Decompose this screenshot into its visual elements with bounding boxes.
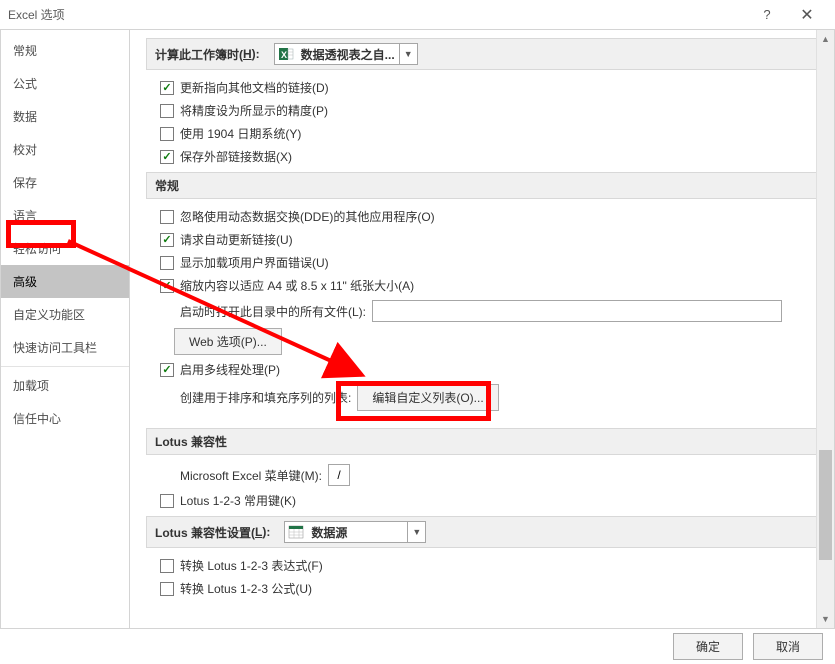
- option-startup-files: 启动时打开此目录中的所有文件(L):: [146, 297, 818, 325]
- menu-key-input[interactable]: [328, 464, 350, 486]
- sidebar-item-ease-of-access[interactable]: 轻松访问: [1, 232, 129, 265]
- scroll-thumb[interactable]: [819, 450, 832, 560]
- titlebar: Excel 选项 ? ✕: [0, 0, 835, 30]
- startup-files-input[interactable]: [372, 300, 782, 322]
- checkbox-scale-paper[interactable]: [160, 279, 174, 293]
- row-web-options: Web 选项(P)...: [146, 325, 818, 358]
- web-options-button[interactable]: Web 选项(P)...: [174, 328, 282, 355]
- checkbox-save-ext[interactable]: [160, 150, 174, 164]
- checkbox-lotus-formula[interactable]: [160, 559, 174, 573]
- row-menu-key: Microsoft Excel 菜单键(M):: [146, 461, 818, 489]
- general-header-text: 常规: [155, 177, 179, 194]
- option-multithread[interactable]: 启用多线程处理(P): [146, 358, 818, 381]
- label-menu-key: Microsoft Excel 菜单键(M):: [180, 467, 322, 484]
- option-save-ext[interactable]: 保存外部链接数据(X): [146, 145, 818, 168]
- calc-header-suffix: ):: [252, 47, 260, 61]
- label-save-ext: 保存外部链接数据(X): [180, 148, 292, 165]
- help-icon[interactable]: ?: [747, 7, 787, 22]
- checkbox-precision[interactable]: [160, 104, 174, 118]
- label-addin-errors: 显示加载项用户界面错误(U): [180, 254, 329, 271]
- sidebar-item-save[interactable]: 保存: [1, 166, 129, 199]
- label-ignore-dde: 忽略使用动态数据交换(DDE)的其他应用程序(O): [180, 208, 435, 225]
- chevron-down-icon[interactable]: ▼: [407, 522, 425, 542]
- checkbox-ignore-dde[interactable]: [160, 210, 174, 224]
- option-lotus-formula[interactable]: 转换 Lotus 1-2-3 表达式(F): [146, 554, 818, 577]
- lotus-settings-prefix: Lotus 兼容性设置(: [155, 524, 255, 541]
- dialog-footer: 确定 取消: [0, 628, 835, 664]
- sidebar-item-advanced[interactable]: 高级: [1, 265, 129, 298]
- checkbox-1904[interactable]: [160, 127, 174, 141]
- option-lotus-help[interactable]: Lotus 1-2-3 常用键(K): [146, 489, 818, 512]
- checkbox-update-links[interactable]: [160, 81, 174, 95]
- sidebar-item-quick-access[interactable]: 快速访问工具栏: [1, 331, 129, 364]
- label-update-links: 更新指向其他文档的链接(D): [180, 79, 329, 96]
- option-lotus-formula-entry[interactable]: 转换 Lotus 1-2-3 公式(U): [146, 577, 818, 600]
- sidebar-item-language[interactable]: 语言: [1, 199, 129, 232]
- section-calc-workbook: 计算此工作簿时(H): X 数据透视表之自... ▼: [146, 38, 818, 70]
- label-1904: 使用 1904 日期系统(Y): [180, 125, 301, 142]
- lotus-settings-key: L: [255, 525, 262, 539]
- sidebar-item-formulas[interactable]: 公式: [1, 67, 129, 100]
- scroll-up-icon[interactable]: ▲: [817, 30, 834, 48]
- label-custom-list: 创建用于排序和填充序列的列表:: [180, 389, 351, 406]
- sidebar-item-data[interactable]: 数据: [1, 100, 129, 133]
- section-lotus-settings: Lotus 兼容性设置(L): 数据源 ▼: [146, 516, 818, 548]
- label-precision: 将精度设为所显示的精度(P): [180, 102, 328, 119]
- label-lotus-help: Lotus 1-2-3 常用键(K): [180, 492, 296, 509]
- scroll-down-icon[interactable]: ▼: [817, 610, 834, 628]
- sidebar: 常规 公式 数据 校对 保存 语言 轻松访问 高级 自定义功能区 快速访问工具栏…: [0, 30, 130, 628]
- lotus-settings-combo[interactable]: 数据源 ▼: [284, 521, 426, 543]
- edit-custom-list-button[interactable]: 编辑自定义列表(O)...: [357, 384, 498, 411]
- section-general: 常规: [146, 172, 818, 199]
- calc-header-prefix: 计算此工作簿时(: [155, 46, 243, 63]
- calc-combo-text: 数据透视表之自...: [297, 46, 399, 63]
- checkbox-addin-errors[interactable]: [160, 256, 174, 270]
- sidebar-item-trust-center[interactable]: 信任中心: [1, 402, 129, 435]
- lotus-compat-header-text: Lotus 兼容性: [155, 433, 227, 450]
- sidebar-item-addins[interactable]: 加载项: [1, 369, 129, 402]
- sidebar-item-general[interactable]: 常规: [1, 34, 129, 67]
- option-ignore-dde[interactable]: 忽略使用动态数据交换(DDE)的其他应用程序(O): [146, 205, 818, 228]
- label-multithread: 启用多线程处理(P): [180, 361, 280, 378]
- label-lotus-formula: 转换 Lotus 1-2-3 表达式(F): [180, 557, 323, 574]
- calc-workbook-combo[interactable]: X 数据透视表之自... ▼: [274, 43, 418, 65]
- checkbox-lotus-formula-entry[interactable]: [160, 582, 174, 596]
- vertical-scrollbar[interactable]: ▲ ▼: [816, 30, 834, 628]
- option-precision[interactable]: 将精度设为所显示的精度(P): [146, 99, 818, 122]
- label-startup-files: 启动时打开此目录中的所有文件(L):: [180, 303, 366, 320]
- ok-button[interactable]: 确定: [673, 633, 743, 660]
- main: 常规 公式 数据 校对 保存 语言 轻松访问 高级 自定义功能区 快速访问工具栏…: [0, 30, 835, 628]
- worksheet-icon: [287, 523, 305, 541]
- row-custom-list: 创建用于排序和填充序列的列表: 编辑自定义列表(O)...: [146, 381, 818, 414]
- svg-text:X: X: [281, 50, 287, 60]
- sidebar-item-proofing[interactable]: 校对: [1, 133, 129, 166]
- sidebar-divider: [1, 366, 129, 367]
- window-title: Excel 选项: [8, 6, 747, 23]
- calc-header-key: H: [243, 47, 252, 61]
- checkbox-auto-update[interactable]: [160, 233, 174, 247]
- close-icon[interactable]: ✕: [787, 5, 827, 25]
- lotus-settings-suffix: ):: [262, 525, 270, 539]
- option-addin-errors[interactable]: 显示加载项用户界面错误(U): [146, 251, 818, 274]
- content-pane: 计算此工作簿时(H): X 数据透视表之自... ▼ 更新指向其他文档的链接(D…: [130, 30, 835, 628]
- label-auto-update: 请求自动更新链接(U): [180, 231, 293, 248]
- lotus-combo-text: 数据源: [307, 524, 407, 541]
- checkbox-multithread[interactable]: [160, 363, 174, 377]
- option-update-links[interactable]: 更新指向其他文档的链接(D): [146, 76, 818, 99]
- section-lotus-compat: Lotus 兼容性: [146, 428, 818, 455]
- excel-file-icon: X: [277, 45, 295, 63]
- checkbox-lotus-help[interactable]: [160, 494, 174, 508]
- label-scale-paper: 缩放内容以适应 A4 或 8.5 x 11" 纸张大小(A): [180, 277, 414, 294]
- label-lotus-formula-entry: 转换 Lotus 1-2-3 公式(U): [180, 580, 312, 597]
- option-1904[interactable]: 使用 1904 日期系统(Y): [146, 122, 818, 145]
- option-scale-paper[interactable]: 缩放内容以适应 A4 或 8.5 x 11" 纸张大小(A): [146, 274, 818, 297]
- option-auto-update[interactable]: 请求自动更新链接(U): [146, 228, 818, 251]
- cancel-button[interactable]: 取消: [753, 633, 823, 660]
- sidebar-item-customize-ribbon[interactable]: 自定义功能区: [1, 298, 129, 331]
- chevron-down-icon[interactable]: ▼: [399, 44, 417, 64]
